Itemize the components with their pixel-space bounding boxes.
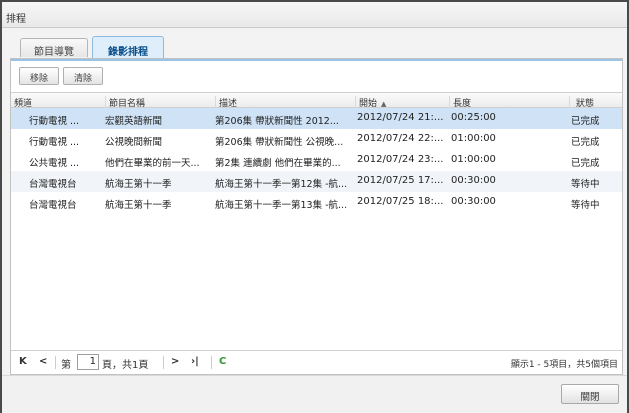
table-row[interactable]: 公共電視 ... 他們在畢業的前一天... 第2集 連續劇 他們在畢業的... … <box>11 150 622 171</box>
table-row[interactable]: 台灣電視台 航海王第十一季 航海王第十一季一第12集 -航... 2012/07… <box>11 171 622 192</box>
table-header: 頻道 節目名稱 描述 開始 ▲ 長度 狀態 <box>11 92 622 109</box>
page-prefix-label: 第 <box>61 360 71 371</box>
clear-button[interactable]: 清除 <box>63 67 103 85</box>
cell-description: 航海王第十一季一第12集 -航... <box>215 179 348 190</box>
panel-accent-line <box>11 59 622 61</box>
cell-start: 2012/07/25 18:... <box>357 196 444 207</box>
first-page-icon[interactable]: K <box>19 356 27 367</box>
schedule-table: 頻道 節目名稱 描述 開始 ▲ 長度 狀態 行動電視 ... 宏觀英語新聞 第20… <box>11 92 622 213</box>
cell-duration: 00:25:00 <box>451 112 496 123</box>
content-area: 節目導覽 錄影排程 移除 清除 頻道 節目名稱 描述 開始▲ 長度 狀態 行動 <box>8 32 623 375</box>
page-count-label: 頁，共1頁 <box>102 360 149 371</box>
cell-status: 已完成 <box>571 158 600 169</box>
cell-program: 航海王第十一季 <box>105 200 172 211</box>
pager-divider <box>211 356 212 369</box>
cell-status: 已完成 <box>571 116 600 127</box>
cell-status: 等待中 <box>571 179 600 190</box>
cell-channel: 行動電視 ... <box>29 137 80 148</box>
page-number-input[interactable]: 1 <box>77 354 99 370</box>
cell-channel: 公共電視 ... <box>29 158 80 169</box>
cell-program: 航海王第十一季 <box>105 179 172 190</box>
last-page-icon[interactable]: ›| <box>191 356 199 367</box>
cell-description: 第206集 帶狀新聞性 公視晚... <box>215 137 344 148</box>
pagination-summary: 顯示1 - 5項目，共5個項目 <box>510 360 618 370</box>
window-title: 排程 <box>6 14 26 25</box>
cell-status: 已完成 <box>571 137 600 148</box>
cell-duration: 01:00:00 <box>451 133 496 144</box>
pagination-bar: K < 第 1 頁，共1頁 > ›| C 顯示1 - 5項目，共5個項目 <box>11 350 622 374</box>
previous-page-icon[interactable]: < <box>39 356 47 367</box>
tab-recording-schedule[interactable]: 錄影排程 <box>92 36 164 58</box>
column-header-status[interactable]: 狀態 <box>569 96 622 109</box>
column-header-description[interactable]: 描述 <box>215 96 355 109</box>
column-header-start[interactable]: 開始 ▲ <box>355 96 449 109</box>
table-row[interactable]: 行動電視 ... 公視晚間新聞 第206集 帶狀新聞性 公視晚... 2012/… <box>11 129 622 150</box>
cell-duration: 00:30:00 <box>451 196 496 207</box>
cell-program: 他們在畢業的前一天... <box>105 158 200 169</box>
schedule-window: 排程 節目導覽 錄影排程 移除 清除 頻道 節目名稱 描述 開始▲ 長度 狀態 <box>0 0 629 413</box>
cell-start: 2012/07/24 22:... <box>357 133 444 144</box>
pager-divider <box>55 356 56 369</box>
cell-program: 宏觀英語新聞 <box>105 116 163 127</box>
column-header-program[interactable]: 節目名稱 <box>105 96 215 109</box>
cell-channel: 行動電視 ... <box>29 116 80 127</box>
cell-description: 航海王第十一季一第13集 -航... <box>215 200 348 211</box>
title-bar: 排程 <box>2 2 627 28</box>
cell-description: 第2集 連續劇 他們在畢業的... <box>215 158 341 169</box>
cell-program: 公視晚間新聞 <box>105 137 163 148</box>
cell-duration: 01:00:00 <box>451 154 496 165</box>
cell-channel: 台灣電視台 <box>29 200 77 211</box>
next-page-icon[interactable]: > <box>171 356 179 367</box>
tab-program-guide[interactable]: 節目導覽 <box>20 38 88 58</box>
table-row[interactable]: 台灣電視台 航海王第十一季 航海王第十一季一第13集 -航... 2012/07… <box>11 192 622 213</box>
remove-button[interactable]: 移除 <box>19 67 59 85</box>
cell-start: 2012/07/24 21:... <box>357 112 444 123</box>
schedule-panel: 移除 清除 頻道 節目名稱 描述 開始 ▲ 長度 狀態 行動電視 ... 宏觀英語… <box>10 58 623 375</box>
cell-description: 第206集 帶狀新聞性 2012... <box>215 116 339 127</box>
column-header-channel[interactable]: 頻道 <box>11 96 105 109</box>
cell-channel: 台灣電視台 <box>29 179 77 190</box>
close-button[interactable]: 關閉 <box>561 384 619 404</box>
table-row[interactable]: 行動電視 ... 宏觀英語新聞 第206集 帶狀新聞性 2012... 2012… <box>11 108 622 129</box>
pager-divider <box>163 356 164 369</box>
dialog-footer: 關閉 <box>2 375 627 413</box>
refresh-icon[interactable]: C <box>219 356 226 367</box>
cell-status: 等待中 <box>571 200 600 211</box>
column-header-duration[interactable]: 長度 <box>449 96 569 109</box>
cell-start: 2012/07/25 17:... <box>357 175 444 186</box>
cell-duration: 00:30:00 <box>451 175 496 186</box>
cell-start: 2012/07/24 23:... <box>357 154 444 165</box>
sort-ascending-icon: ▲ <box>381 100 387 108</box>
